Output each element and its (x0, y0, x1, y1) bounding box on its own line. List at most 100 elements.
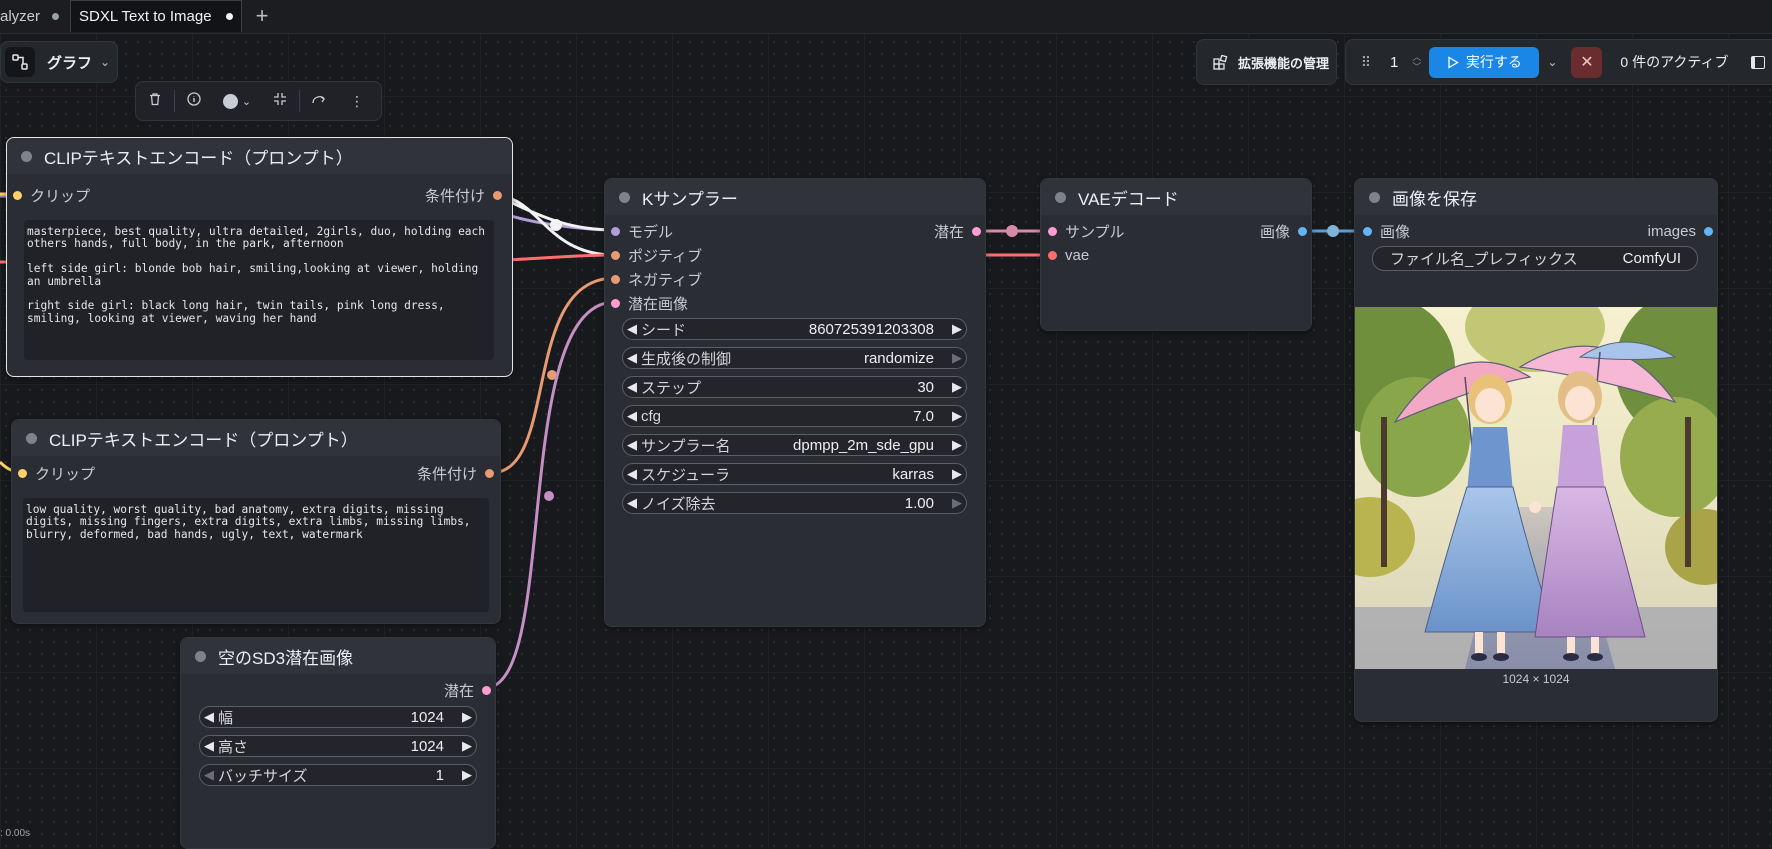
tab-analyzer[interactable]: alyzer (0, 0, 68, 32)
drag-handle-icon[interactable]: ⠿ (1354, 54, 1378, 71)
input-slot-latent-image[interactable]: 潜在画像 (611, 293, 688, 313)
denoise-widget[interactable]: ◀ ノイズ除去 1.00 ▶ (622, 492, 967, 514)
input-slot-samples[interactable]: サンプル (1048, 221, 1125, 241)
input-slot-vae[interactable]: vae (1048, 245, 1089, 265)
node-save-image[interactable]: 画像を保存 画像 images ファイル名_プレフィックス ComfyUI 10… (1354, 178, 1718, 722)
node-clip-text-encode-negative[interactable]: CLIPテキストエンコード（プロンプト） クリップ 条件付け low quali… (11, 419, 501, 624)
slot-label: ポジティブ (628, 247, 703, 265)
model-input-dot[interactable] (611, 226, 620, 236)
increment-arrow-icon[interactable]: ▶ (948, 321, 966, 337)
conditioning-output-dot[interactable] (493, 190, 502, 200)
input-slot-positive[interactable]: ポジティブ (611, 245, 703, 265)
input-slot-clip[interactable]: クリップ (13, 185, 91, 205)
control-after-generate-widget[interactable]: ◀ 生成後の制御 randomize ▶ (622, 347, 967, 369)
decrement-arrow-icon[interactable]: ◀ (623, 495, 641, 511)
decrement-arrow-icon[interactable]: ◀ (200, 767, 218, 783)
increment-arrow-icon[interactable]: ▶ (458, 709, 476, 725)
more-options-icon[interactable]: ⋮ (338, 93, 376, 110)
collapse-icon[interactable] (261, 92, 299, 111)
decrement-icon[interactable]: ﹀ (1412, 62, 1421, 72)
node-header[interactable]: CLIPテキストエンコード（プロンプト） (12, 420, 500, 456)
sidebar-toggle-icon[interactable] (1750, 55, 1765, 69)
prompt-textarea[interactable]: low quality, worst quality, bad anatomy,… (23, 498, 489, 612)
increment-arrow-icon[interactable]: ▶ (948, 466, 966, 482)
increment-arrow-icon[interactable]: ▶ (948, 379, 966, 395)
node-empty-sd3-latent-image[interactable]: 空のSD3潜在画像 潜在 ◀ 幅 1024 ▶ ◀ 高さ 1024 ▶ ◀ バッ… (180, 637, 496, 849)
node-header[interactable]: 空のSD3潜在画像 (181, 638, 495, 674)
increment-arrow-icon[interactable]: ▶ (948, 495, 966, 511)
node-ksampler[interactable]: Kサンプラー モデル ポジティブ ネガティブ 潜在画像 潜在 ◀ シード 860… (604, 178, 986, 627)
scheduler-widget[interactable]: ◀ スケジューラ karras ▶ (622, 463, 967, 485)
filename-prefix-widget[interactable]: ファイル名_プレフィックス ComfyUI (1372, 246, 1698, 271)
conditioning-output-dot[interactable] (485, 468, 494, 478)
width-widget[interactable]: ◀ 幅 1024 ▶ (199, 706, 477, 728)
decrement-arrow-icon[interactable]: ◀ (623, 379, 641, 395)
trash-icon[interactable] (136, 92, 174, 110)
input-slot-clip[interactable]: クリップ (18, 463, 95, 483)
output-slot-latent[interactable]: 潜在 (444, 680, 491, 700)
node-clip-text-encode-positive[interactable]: CLIPテキストエンコード（プロンプト） クリップ 条件付け masterpie… (6, 137, 513, 377)
node-header[interactable]: CLIPテキストエンコード（プロンプト） (7, 138, 512, 174)
positive-input-dot[interactable] (611, 250, 620, 260)
images-output-dot[interactable] (1704, 226, 1713, 236)
cfg-widget[interactable]: ◀ cfg 7.0 ▶ (622, 405, 967, 427)
new-tab-icon[interactable]: + (250, 0, 274, 32)
decrement-arrow-icon[interactable]: ◀ (623, 466, 641, 482)
batch-size-widget[interactable]: ◀ バッチサイズ 1 ▶ (199, 764, 477, 786)
image-output-dot[interactable] (1298, 226, 1307, 236)
node-header[interactable]: Kサンプラー (605, 179, 985, 215)
bypass-icon[interactable] (300, 92, 338, 111)
cancel-run-button[interactable]: ✕ (1571, 46, 1603, 78)
node-header[interactable]: VAEデコード (1041, 179, 1311, 215)
output-slot-latent[interactable]: 潜在 (934, 221, 981, 241)
active-queue-label[interactable]: 0 件のアクティブ (1620, 52, 1728, 72)
decrement-arrow-icon[interactable]: ◀ (623, 408, 641, 424)
extensions-manager-button[interactable]: 拡張機能の管理 (1196, 39, 1337, 85)
batch-count-value[interactable]: 1 (1390, 54, 1398, 71)
increment-icon[interactable]: ︿ (1412, 52, 1421, 62)
decrement-arrow-icon[interactable]: ◀ (623, 321, 641, 337)
increment-arrow-icon[interactable]: ▶ (458, 767, 476, 783)
graph-menu[interactable]: グラフ ⌄ (0, 41, 118, 83)
decrement-arrow-icon[interactable]: ◀ (200, 709, 218, 725)
output-slot-image[interactable]: 画像 (1260, 221, 1307, 241)
output-slot-conditioning[interactable]: 条件付け (417, 463, 494, 483)
run-button[interactable]: 実行する (1429, 46, 1540, 78)
slot-label: クリップ (30, 187, 91, 205)
input-slot-model[interactable]: モデル (611, 221, 673, 241)
sampler-name-widget[interactable]: ◀ サンプラー名 dpmpp_2m_sde_gpu ▶ (622, 434, 967, 456)
increment-arrow-icon[interactable]: ▶ (948, 350, 966, 366)
run-mode-chevron-icon[interactable]: ⌄ (1547, 55, 1557, 69)
queue-toolbar: ⠿ 1 ︿ ﹀ 実行する ⌄ ✕ 0 件のアクティブ (1345, 39, 1772, 85)
decrement-arrow-icon[interactable]: ◀ (200, 738, 218, 754)
latent-output-dot[interactable] (482, 685, 491, 695)
info-icon[interactable] (175, 91, 213, 111)
generated-image-preview[interactable] (1355, 307, 1717, 669)
decrement-arrow-icon[interactable]: ◀ (623, 350, 641, 366)
node-vae-decode[interactable]: VAEデコード サンプル vae 画像 (1040, 178, 1312, 331)
tab-sdxl-text-to-image[interactable]: SDXL Text to Image (70, 0, 242, 32)
latent-output-dot[interactable] (972, 226, 981, 236)
height-widget[interactable]: ◀ 高さ 1024 ▶ (199, 735, 477, 757)
samples-input-dot[interactable] (1048, 226, 1057, 236)
input-slot-negative[interactable]: ネガティブ (611, 269, 702, 289)
decrement-arrow-icon[interactable]: ◀ (623, 437, 641, 453)
negative-input-dot[interactable] (611, 274, 620, 284)
increment-arrow-icon[interactable]: ▶ (948, 408, 966, 424)
seed-widget[interactable]: ◀ シード 860725391203308 ▶ (622, 318, 967, 340)
node-header[interactable]: 画像を保存 (1355, 179, 1717, 215)
latent-input-dot[interactable] (611, 298, 620, 308)
input-slot-images[interactable]: 画像 (1363, 221, 1410, 241)
clip-input-dot[interactable] (18, 468, 27, 478)
batch-count-stepper[interactable]: ︿ ﹀ (1412, 52, 1421, 72)
steps-widget[interactable]: ◀ ステップ 30 ▶ (622, 376, 967, 398)
output-slot-conditioning[interactable]: 条件付け (425, 185, 502, 205)
increment-arrow-icon[interactable]: ▶ (458, 738, 476, 754)
color-picker-button[interactable]: ⌄ (213, 93, 261, 109)
prompt-textarea[interactable]: masterpiece, best quality, ultra detaile… (24, 220, 494, 360)
vae-input-dot[interactable] (1048, 250, 1057, 260)
images-input-dot[interactable] (1363, 226, 1372, 236)
clip-input-dot[interactable] (13, 190, 22, 200)
increment-arrow-icon[interactable]: ▶ (948, 437, 966, 453)
output-slot-images[interactable]: images (1648, 221, 1713, 241)
